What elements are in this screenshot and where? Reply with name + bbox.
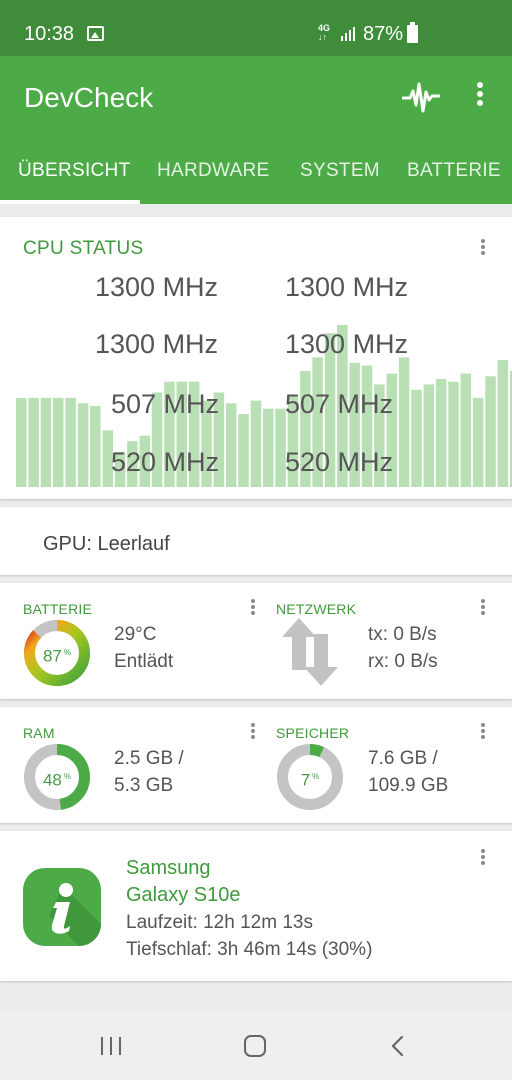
tab-overview[interactable]: ÜBERSICHT [18, 160, 131, 182]
system-navigation-bar [0, 1011, 512, 1080]
network-type-icon: 4G ↓↑ [318, 23, 331, 42]
cpu-history-bar [53, 397, 64, 487]
core-frequency: 1300 MHz [285, 272, 409, 302]
cpu-history-bar [497, 360, 509, 487]
device-info-icon [23, 868, 101, 946]
core-frequency: 507 MHz [111, 389, 220, 419]
cpu-history-bar [460, 373, 472, 487]
cpu-history-bar [225, 403, 237, 487]
cpu-history-bar [65, 397, 76, 487]
cpu-history-bar [250, 400, 262, 487]
cpu-history-bar [263, 408, 274, 487]
cpu-history-bar [423, 384, 435, 487]
cpu-history-bar [90, 406, 101, 487]
ram-title: RAM [23, 725, 55, 741]
device-brand: Samsung [126, 857, 211, 879]
recent-apps-button[interactable] [101, 1037, 123, 1055]
device-model: Galaxy S10e [126, 884, 241, 906]
core-frequency: 507 MHz [285, 389, 394, 419]
battery-percent-value: 87 [42, 646, 62, 666]
battery-state: Entlädt [114, 651, 174, 672]
tab-system[interactable]: SYSTEM [300, 160, 380, 182]
device-card-menu-icon[interactable] [478, 849, 488, 869]
storage-percent-unit: % [312, 772, 320, 781]
network-traffic-icon [282, 618, 338, 686]
app-title: DevCheck [24, 82, 154, 113]
home-button[interactable] [244, 1035, 266, 1057]
storage-percent-value: 7 [300, 770, 311, 790]
battery-card-menu-icon[interactable] [248, 599, 258, 619]
network-tx: tx: 0 B/s [368, 624, 437, 645]
ram-storage-card: RAM 48% 2.5 GB / 5.3 GB SPEICHER 7% 7.6 … [0, 707, 512, 823]
battery-percent-unit: % [63, 648, 72, 657]
overflow-menu-icon[interactable] [472, 82, 488, 110]
battery-temperature: 29°C [114, 624, 157, 645]
core-frequency: 1300 MHz [285, 329, 409, 359]
battery-network-card: BATTERIE 87% 29°C Entlädt NETZWERK tx: 0… [0, 583, 512, 699]
storage-title: SPEICHER [276, 725, 350, 741]
cpu-history-bar [435, 379, 447, 487]
core-frequency: 1300 MHz [95, 272, 219, 302]
tab-hardware[interactable]: HARDWARE [157, 160, 270, 182]
core-frequency: 520 MHz [111, 447, 220, 477]
back-button[interactable] [388, 1035, 408, 1057]
storage-used: 7.6 GB / [368, 748, 438, 769]
tab-indicator [0, 200, 140, 204]
network-title: NETZWERK [276, 601, 357, 617]
gallery-notification-icon [87, 26, 104, 41]
cpu-history-bar [448, 381, 459, 487]
device-info-card[interactable]: Samsung Galaxy S10e Laufzeit: 12h 12m 13… [0, 831, 512, 981]
ram-used: 2.5 GB / [114, 748, 184, 769]
ram-card-menu-icon[interactable] [248, 723, 258, 743]
ram-percent-value: 48 [42, 770, 62, 790]
cpu-card-menu-icon[interactable] [478, 239, 488, 259]
cpu-history-bar [28, 397, 39, 487]
cpu-history-bar [77, 403, 89, 487]
gpu-status-card[interactable]: GPU: Leerlauf [0, 507, 512, 575]
core-frequency: 520 MHz [285, 447, 394, 477]
cpu-history-bar [472, 397, 484, 487]
cpu-history-bar [238, 414, 249, 487]
ram-total: 5.3 GB [114, 775, 174, 796]
battery-icon [407, 22, 418, 43]
cpu-history-bar [16, 397, 27, 487]
cpu-history-bar [40, 397, 52, 487]
storage-card-menu-icon[interactable] [478, 723, 488, 743]
cpu-status-card[interactable]: CPU STATUS 1300 MHz 1300 MHz 1300 MHz 13… [0, 217, 512, 499]
core-frequency: 1300 MHz [95, 329, 219, 359]
battery-percent: 87% [363, 23, 404, 45]
network-type-label: 4G [318, 23, 331, 33]
cpu-history-bar [485, 376, 496, 487]
cpu-history-bar [398, 357, 410, 487]
tab-battery[interactable]: BATTERIE [407, 160, 501, 182]
app-bar: DevCheck ÜBERSICHT HARDWARE SYSTEM BATTE… [0, 56, 512, 204]
gpu-status-text: GPU: Leerlauf [43, 533, 170, 555]
storage-total: 109.9 GB [368, 775, 449, 796]
pulse-monitor-icon[interactable] [402, 78, 440, 114]
network-rx: rx: 0 B/s [368, 651, 438, 672]
status-time: 10:38 [24, 23, 75, 45]
network-card-menu-icon[interactable] [478, 599, 488, 619]
ram-percent-unit: % [63, 772, 72, 781]
storage-gauge[interactable]: 7% [275, 742, 345, 812]
tab-bar: ÜBERSICHT HARDWARE SYSTEM BATTERIE [0, 146, 512, 204]
cpu-status-title: CPU STATUS [23, 238, 144, 259]
ram-gauge[interactable]: 48% [22, 742, 92, 812]
battery-title: BATTERIE [23, 601, 93, 617]
device-deep-sleep: Tiefschlaf: 3h 46m 14s (30%) [126, 939, 373, 960]
status-bar: 10:38 4G ↓↑ 87% [0, 0, 512, 56]
device-uptime: Laufzeit: 12h 12m 13s [126, 912, 313, 933]
signal-icon [341, 27, 355, 41]
battery-gauge[interactable]: 87% [22, 618, 92, 688]
cpu-history-bar [411, 389, 422, 487]
